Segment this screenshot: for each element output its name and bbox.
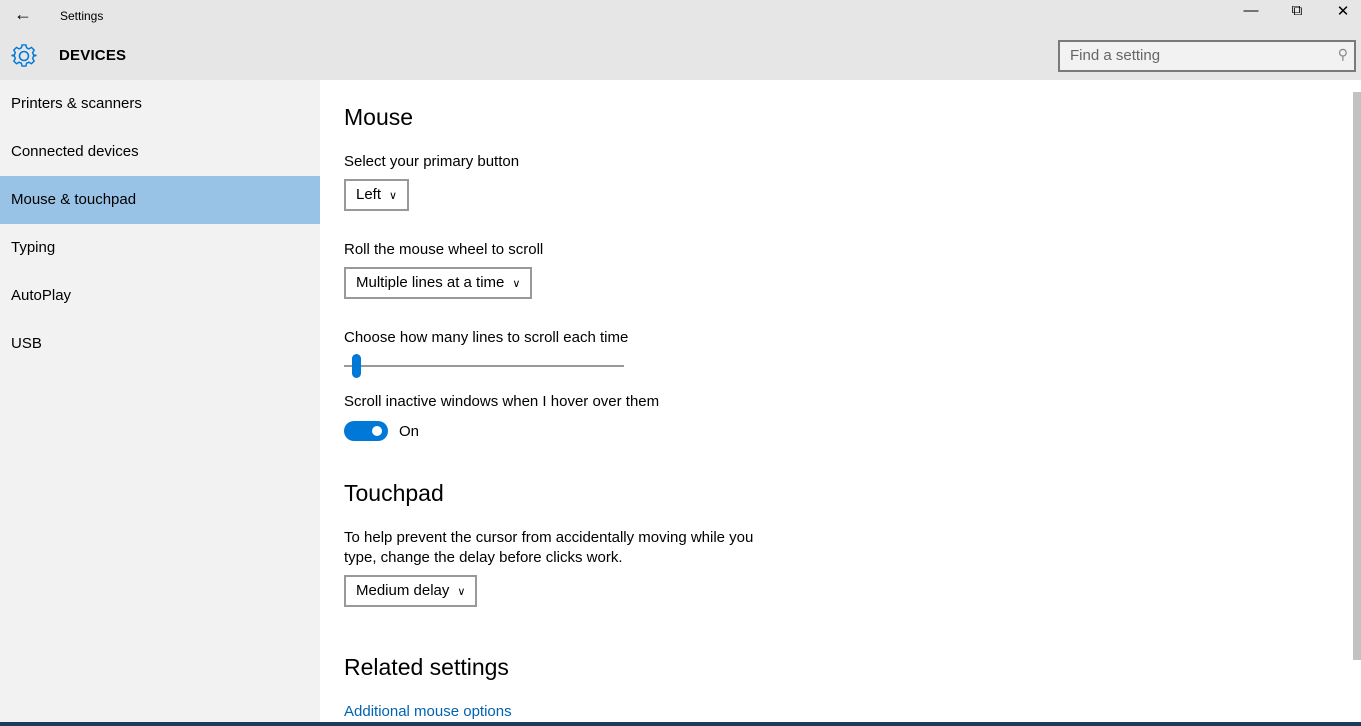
window-title: Settings (60, 9, 104, 23)
sidebar: Printers & scanners Connected devices Mo… (0, 80, 320, 726)
lines-label: Choose how many lines to scroll each tim… (344, 329, 629, 346)
inactive-scroll-toggle[interactable] (344, 421, 388, 441)
chevron-down-icon: ∨ (512, 278, 521, 290)
scrollbar-thumb[interactable] (1353, 92, 1361, 660)
sidebar-item-typing[interactable]: Typing (0, 224, 320, 272)
wheel-label: Roll the mouse wheel to scroll (344, 241, 544, 258)
sidebar-item-printers[interactable]: Printers & scanners (0, 80, 320, 128)
delay-description-1: To help prevent the cursor from accident… (344, 529, 754, 546)
wheel-scroll-value: Multiple lines at a time (356, 274, 505, 291)
sidebar-item-mouse-touchpad[interactable]: Mouse & touchpad (0, 176, 320, 224)
back-arrow-icon[interactable]: ← (14, 4, 32, 25)
primary-button-label: Select your primary button (344, 153, 520, 170)
chevron-down-icon: ∨ (457, 586, 466, 598)
primary-button-value: Left (356, 186, 382, 203)
scrollbar[interactable] (1353, 80, 1361, 660)
sidebar-item-usb[interactable]: USB (0, 320, 320, 368)
toggle-state: On (399, 423, 420, 440)
delay-value: Medium delay (356, 582, 450, 599)
search-icon[interactable]: ⚲ (1338, 46, 1348, 63)
sidebar-item-autoplay[interactable]: AutoPlay (0, 272, 320, 320)
slider-thumb[interactable] (352, 354, 362, 378)
touchpad-heading: Touchpad (344, 480, 444, 506)
taskbar (0, 722, 1361, 726)
primary-button-dropdown[interactable]: Left ∨ (344, 179, 410, 211)
related-heading: Related settings (344, 654, 509, 680)
section-title: DEVICES (59, 47, 127, 64)
search-input[interactable]: Find a setting ⚲ (1058, 40, 1356, 72)
restore-icon[interactable]: ⧉ (1282, 2, 1312, 19)
mouse-heading: Mouse (344, 104, 414, 130)
search-placeholder: Find a setting (1070, 47, 1161, 64)
gear-icon (11, 44, 37, 67)
delay-dropdown[interactable]: Medium delay ∨ (344, 575, 478, 607)
toggle-knob (372, 426, 382, 436)
minimize-icon[interactable]: — (1236, 2, 1266, 19)
inactive-scroll-label: Scroll inactive windows when I hover ove… (344, 393, 660, 410)
additional-mouse-options-link[interactable]: Additional mouse options (344, 703, 512, 720)
wheel-scroll-dropdown[interactable]: Multiple lines at a time ∨ (344, 267, 533, 299)
delay-description-2: type, change the delay before clicks wor… (344, 549, 623, 566)
sidebar-item-connected-devices[interactable]: Connected devices (0, 128, 320, 176)
title-bar: ← Settings — ⧉ ✕ DEVICES Find a setting … (0, 0, 1361, 80)
chevron-down-icon: ∨ (389, 190, 398, 202)
lines-slider[interactable] (344, 354, 624, 378)
close-icon[interactable]: ✕ (1328, 2, 1358, 20)
